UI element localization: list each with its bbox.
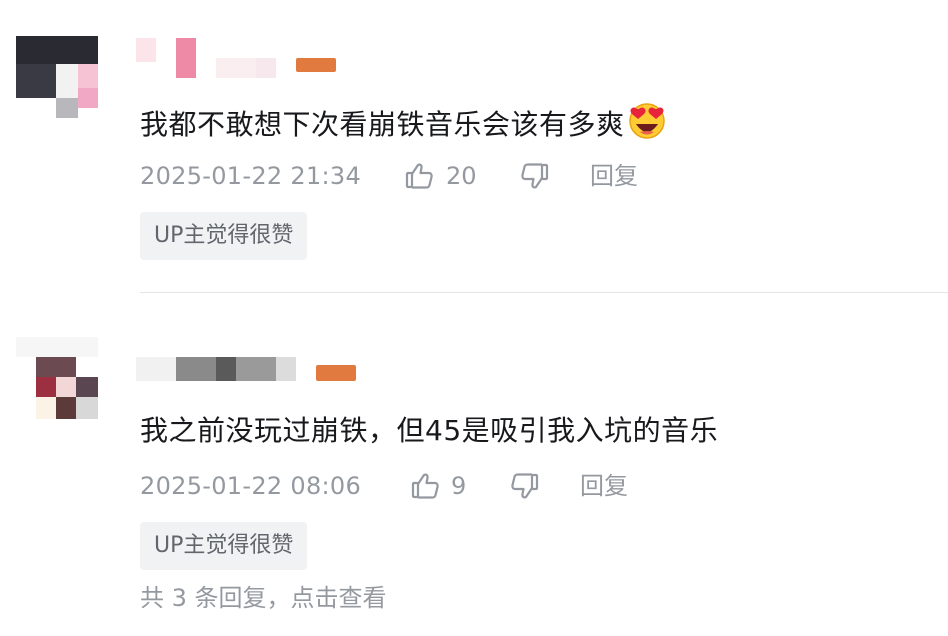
like-count: 20 (446, 162, 477, 190)
reply-button[interactable]: 回复 (590, 158, 638, 194)
view-replies-link[interactable]: 共 3 条回复，点击查看 (140, 580, 387, 616)
thumbs-up-icon[interactable] (410, 471, 440, 501)
comment-time: 2025-01-22 08:06 (140, 472, 362, 500)
like-count: 9 (451, 472, 467, 500)
thumbs-down-icon[interactable] (510, 471, 540, 501)
thumbs-up-icon[interactable] (404, 161, 434, 191)
level-badge (316, 365, 356, 381)
comment-meta: 2025-01-22 08:06 9 回复 (140, 468, 700, 504)
heart-eyes-emoji-icon (627, 100, 667, 151)
up-liked-tag: UP主觉得很赞 (140, 522, 308, 570)
avatar[interactable] (16, 337, 98, 419)
comment-time: 2025-01-22 21:34 (140, 162, 362, 190)
thumbs-down-icon[interactable] (520, 161, 550, 191)
username[interactable] (136, 38, 286, 78)
comment-item: 我都不敢想下次看崩铁音乐会该有多爽 2025-01-22 21:34 20 回复… (0, 0, 948, 292)
avatar[interactable] (16, 36, 98, 118)
username[interactable] (136, 357, 306, 381)
reply-button[interactable]: 回复 (580, 468, 628, 504)
comment-text: 我之前没玩过崩铁，但45是吸引我入坑的音乐 (140, 414, 719, 447)
level-badge (296, 58, 336, 72)
up-liked-tag: UP主觉得很赞 (140, 212, 308, 260)
comment-text: 我都不敢想下次看崩铁音乐会该有多爽 (140, 100, 667, 151)
comment-meta: 2025-01-22 21:34 20 回复 (140, 158, 700, 194)
